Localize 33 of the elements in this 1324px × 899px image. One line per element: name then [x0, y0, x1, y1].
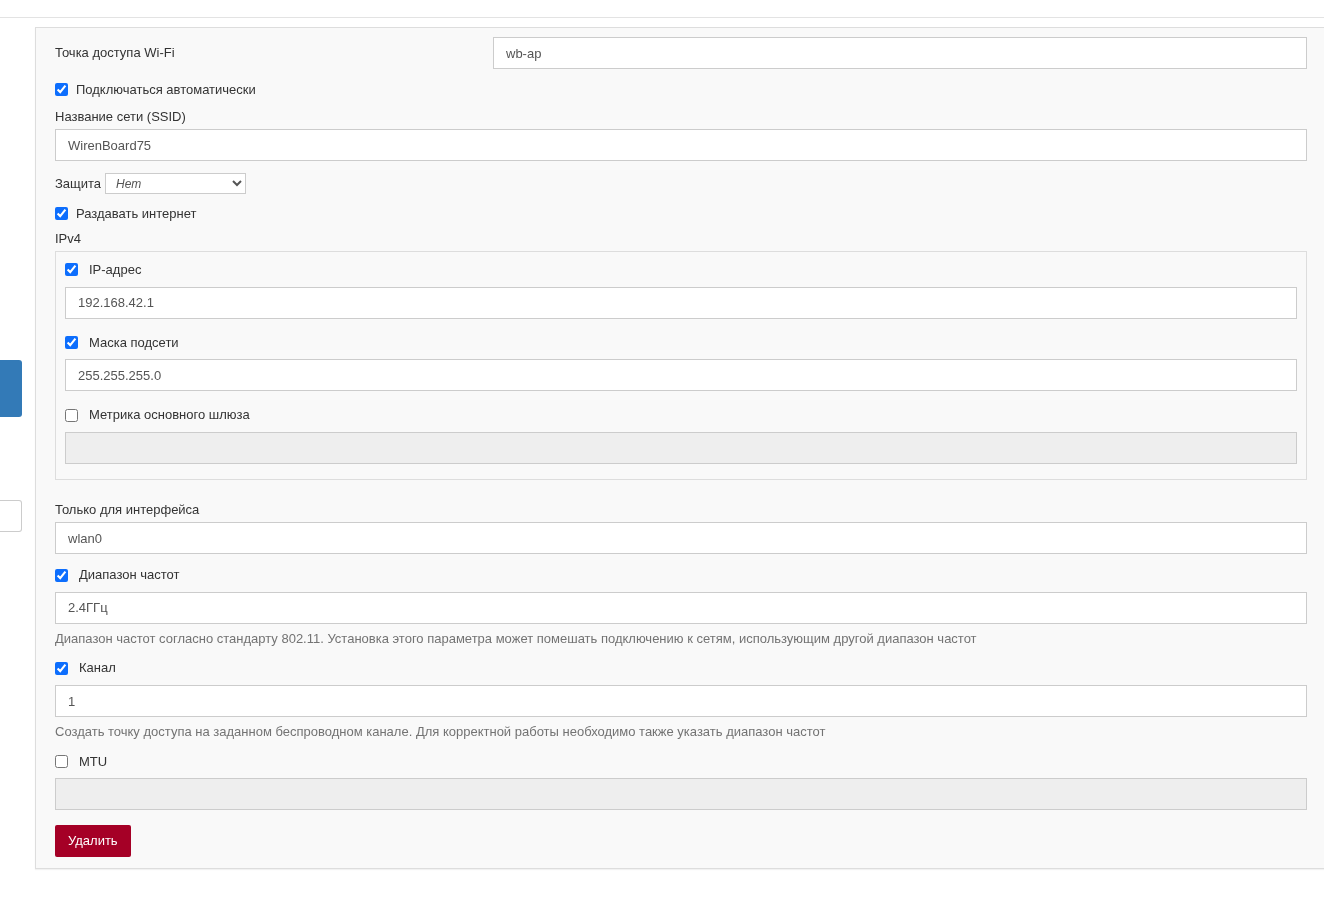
checkbox-label: Маска подсети [89, 333, 179, 352]
checkbox-label: Раздавать интернет [76, 205, 197, 223]
input-field[interactable]: wb-ap [493, 37, 1307, 69]
input-field[interactable]: 192.168.42.1 [65, 286, 1297, 319]
checkbox-label: Метрика основного шлюза [89, 406, 250, 424]
help-text: Создать точку доступа на заданном беспроводном канале. Для корректной работы необходимо также указать диапазон частот [55, 723, 827, 741]
select-dropdown[interactable]: Нет [105, 173, 247, 195]
help-text: Диапазон частот согласно стандарту 802.11. Установка этого параметра может помешать подключению к сетям, использующим другой диапазон частот [55, 629, 978, 648]
input-field[interactable]: 255.255.255.0 [65, 359, 1297, 392]
field-label: Точка доступа Wi-Fi [55, 44, 176, 62]
input-field[interactable]: WirenBoard75 [55, 129, 1307, 162]
checkbox[interactable] [55, 754, 68, 768]
checkbox-label: IP-адрес [89, 261, 142, 279]
field-label: Название сети (SSID) [55, 107, 187, 126]
input-field[interactable]: wlan0 [55, 522, 1307, 555]
checkbox-label: Канал [79, 659, 116, 677]
input-field[interactable]: 1 [55, 685, 1307, 717]
delete-button[interactable]: Удалить [55, 825, 131, 858]
field-label: Только для интерфейса [55, 500, 201, 519]
checkbox-label: Подключаться автоматически [76, 81, 256, 99]
input-field[interactable]: 2.4ГГц [55, 591, 1307, 624]
side-input-field[interactable] [0, 500, 22, 532]
checkbox[interactable] [55, 661, 68, 675]
checkbox[interactable] [65, 336, 78, 349]
checkbox[interactable] [65, 263, 78, 277]
checkbox[interactable] [55, 568, 68, 582]
checkbox-label: Диапазон частот [79, 566, 180, 584]
checkbox[interactable] [55, 207, 68, 221]
checkbox-label: MTU [79, 752, 108, 771]
checkbox[interactable] [55, 83, 68, 97]
checkbox[interactable] [65, 408, 78, 422]
group-label: IPv4 [55, 229, 82, 248]
field-label: Защита [55, 174, 102, 193]
